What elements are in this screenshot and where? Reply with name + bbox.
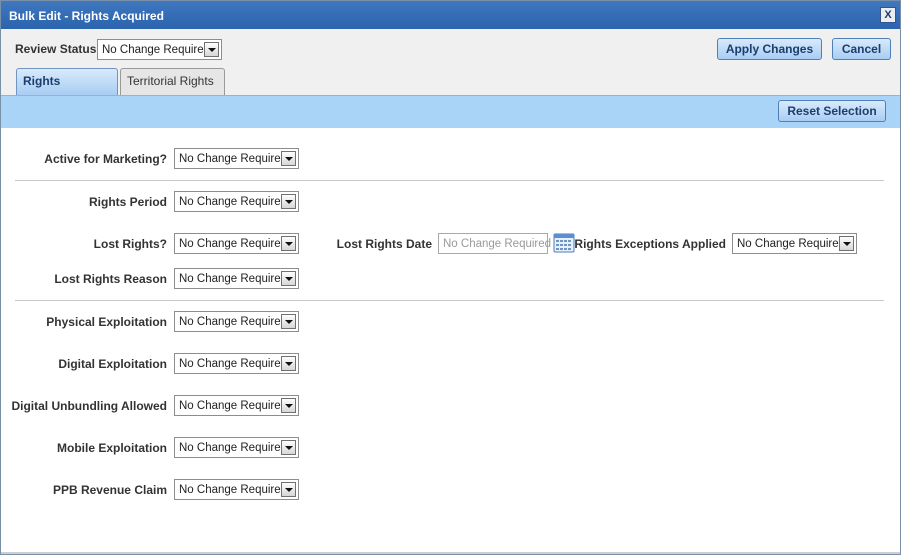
- chevron-down-icon: [281, 398, 296, 413]
- rights-period-label: Rights Period: [88, 195, 167, 209]
- chevron-down-icon: [281, 356, 296, 371]
- review-status-label: Review Status: [15, 42, 97, 56]
- rights-period-value: No Change Required: [179, 196, 288, 208]
- mobile-exploitation-select[interactable]: No Change Required: [174, 437, 299, 458]
- chevron-down-icon: [204, 42, 219, 57]
- reset-selection-button[interactable]: Reset Selection: [778, 100, 886, 122]
- chevron-down-icon: [281, 151, 296, 166]
- review-status-value: No Change Required: [102, 44, 211, 56]
- dialog-bottom-border: [1, 552, 900, 554]
- apply-changes-button[interactable]: Apply Changes: [717, 38, 822, 60]
- calendar-icon[interactable]: [553, 233, 575, 253]
- active-marketing-label: Active for Marketing?: [44, 152, 167, 166]
- ppb-revenue-claim-value: No Change Required: [179, 484, 288, 496]
- mobile-exploitation-value: No Change Required: [179, 442, 288, 454]
- lost-rights-date-field[interactable]: No Change Required: [438, 233, 552, 254]
- lost-rights-reason-label: Lost Rights Reason: [54, 272, 167, 286]
- chevron-down-icon: [281, 440, 296, 455]
- lost-rights-reason-select[interactable]: No Change Required: [174, 268, 299, 289]
- tab-territorial-rights[interactable]: Territorial Rights: [120, 68, 225, 95]
- section-divider: [15, 300, 884, 301]
- active-marketing-select[interactable]: No Change Required: [174, 148, 299, 169]
- digital-unbundling-select[interactable]: No Change Required: [174, 395, 299, 416]
- lost-rights-label: Lost Rights?: [93, 237, 167, 251]
- chevron-down-icon: [281, 271, 296, 286]
- chevron-down-icon: [281, 482, 296, 497]
- dialog-title: Bulk Edit - Rights Acquired: [9, 9, 164, 23]
- mobile-exploitation-label: Mobile Exploitation: [57, 441, 167, 455]
- bulk-edit-dialog: Bulk Edit - Rights Acquired X Review Sta…: [0, 0, 901, 555]
- ppb-revenue-claim-label: PPB Revenue Claim: [52, 483, 167, 497]
- digital-unbundling-label: Digital Unbundling Allowed: [11, 399, 167, 413]
- chevron-down-icon: [839, 236, 854, 251]
- section-divider: [15, 180, 884, 181]
- digital-exploitation-value: No Change Required: [179, 358, 288, 370]
- chevron-down-icon: [281, 314, 296, 329]
- rights-period-select[interactable]: No Change Required: [174, 191, 299, 212]
- digital-unbundling-value: No Change Required: [179, 400, 288, 412]
- physical-exploitation-label: Physical Exploitation: [46, 315, 167, 329]
- rights-exceptions-select[interactable]: No Change Required: [732, 233, 857, 254]
- active-marketing-value: No Change Required: [179, 153, 288, 165]
- lost-rights-select[interactable]: No Change Required: [174, 233, 299, 254]
- lost-rights-date-label: Lost Rights Date: [336, 237, 432, 251]
- tab-rights-acquired[interactable]: Rights Acquired: [16, 68, 118, 113]
- lost-rights-value: No Change Required: [179, 238, 288, 250]
- tab-action-strip: Reset Selection: [1, 95, 900, 128]
- chevron-down-icon: [281, 236, 296, 251]
- lost-rights-reason-value: No Change Required: [179, 273, 288, 285]
- digital-exploitation-label: Digital Exploitation: [58, 357, 167, 371]
- rights-exceptions-label: Rights Exceptions Applied: [574, 237, 726, 251]
- physical-exploitation-select[interactable]: No Change Required: [174, 311, 299, 332]
- chevron-down-icon: [281, 194, 296, 209]
- title-bar: Bulk Edit - Rights Acquired X: [1, 1, 900, 29]
- close-icon[interactable]: X: [880, 7, 896, 23]
- ppb-revenue-claim-select[interactable]: No Change Required: [174, 479, 299, 500]
- cancel-button[interactable]: Cancel: [832, 38, 891, 60]
- physical-exploitation-value: No Change Required: [179, 316, 288, 328]
- review-status-select[interactable]: No Change Required: [97, 39, 222, 60]
- lost-rights-date-placeholder: No Change Required: [443, 238, 552, 250]
- digital-exploitation-select[interactable]: No Change Required: [174, 353, 299, 374]
- rights-exceptions-value: No Change Required: [737, 238, 846, 250]
